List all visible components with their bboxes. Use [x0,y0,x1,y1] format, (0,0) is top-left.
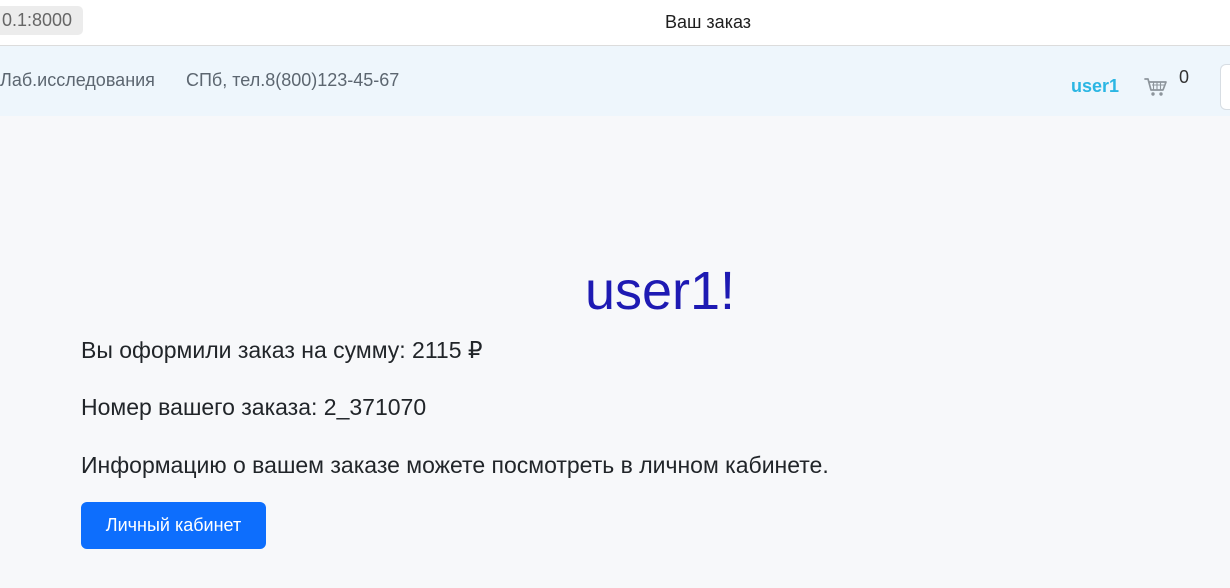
navbar-toggle-button[interactable] [1220,64,1230,110]
order-info-text: Информацию о вашем заказе можете посмотр… [81,452,829,478]
contact-info: СПб, тел.8(800)123-45-67 [186,70,400,90]
personal-cabinet-button[interactable]: Личный кабинет [81,502,266,549]
brand-link[interactable]: Лаб.исследования [0,70,155,91]
order-sum-text: Вы оформили заказ на сумму: 2115 ₽ [81,337,483,363]
greeting-heading: user1! [584,261,736,321]
shopping-cart-icon[interactable] [1144,77,1168,97]
window-titlebar: 0.1:8000 Ваш заказ [0,0,1230,46]
navbar: Лаб.исследования СПб, тел.8(800)123-45-6… [0,46,1230,116]
user-profile-link[interactable]: user1 [1071,76,1119,97]
cart-count-badge: 0 [1179,67,1190,87]
window-title: Ваш заказ [664,12,752,32]
order-number-text: Номер вашего заказа: 2_371070 [81,394,427,420]
